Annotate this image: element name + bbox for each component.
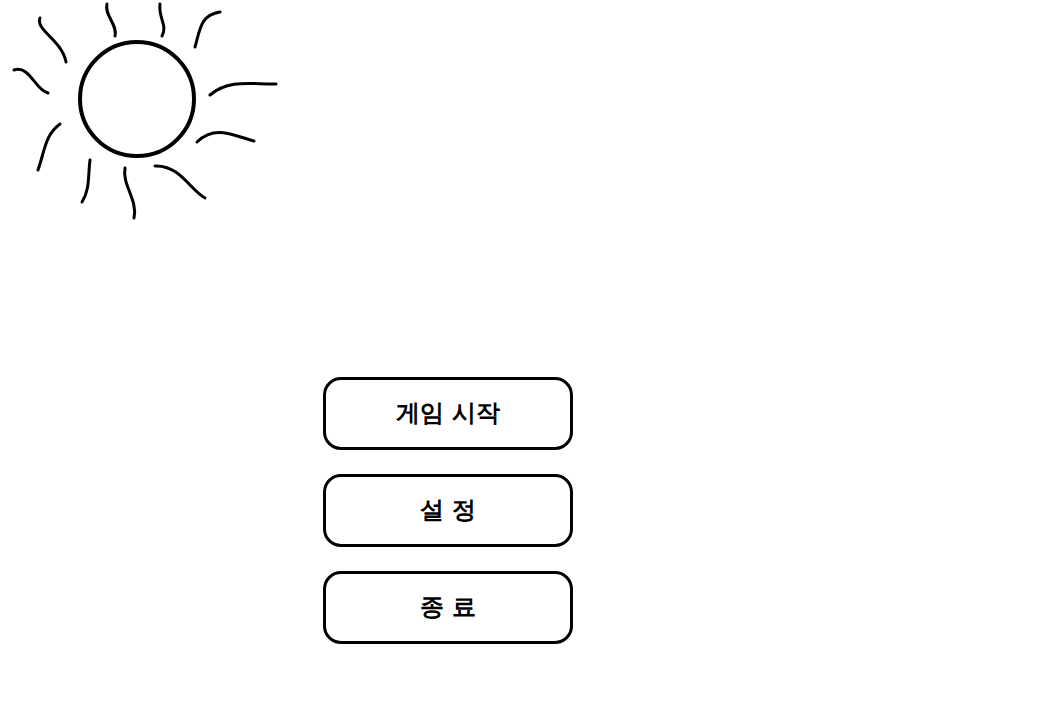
start-game-button[interactable]: 게임 시작 (323, 377, 573, 450)
settings-button[interactable]: 설 정 (323, 474, 573, 547)
button-label: 게임 시작 (396, 399, 500, 428)
button-label: 설 정 (420, 496, 476, 525)
sun-icon (0, 0, 290, 230)
exit-button[interactable]: 종 료 (323, 571, 573, 644)
main-menu: 게임 시작설 정종 료 (323, 377, 575, 644)
button-label: 종 료 (420, 593, 476, 622)
